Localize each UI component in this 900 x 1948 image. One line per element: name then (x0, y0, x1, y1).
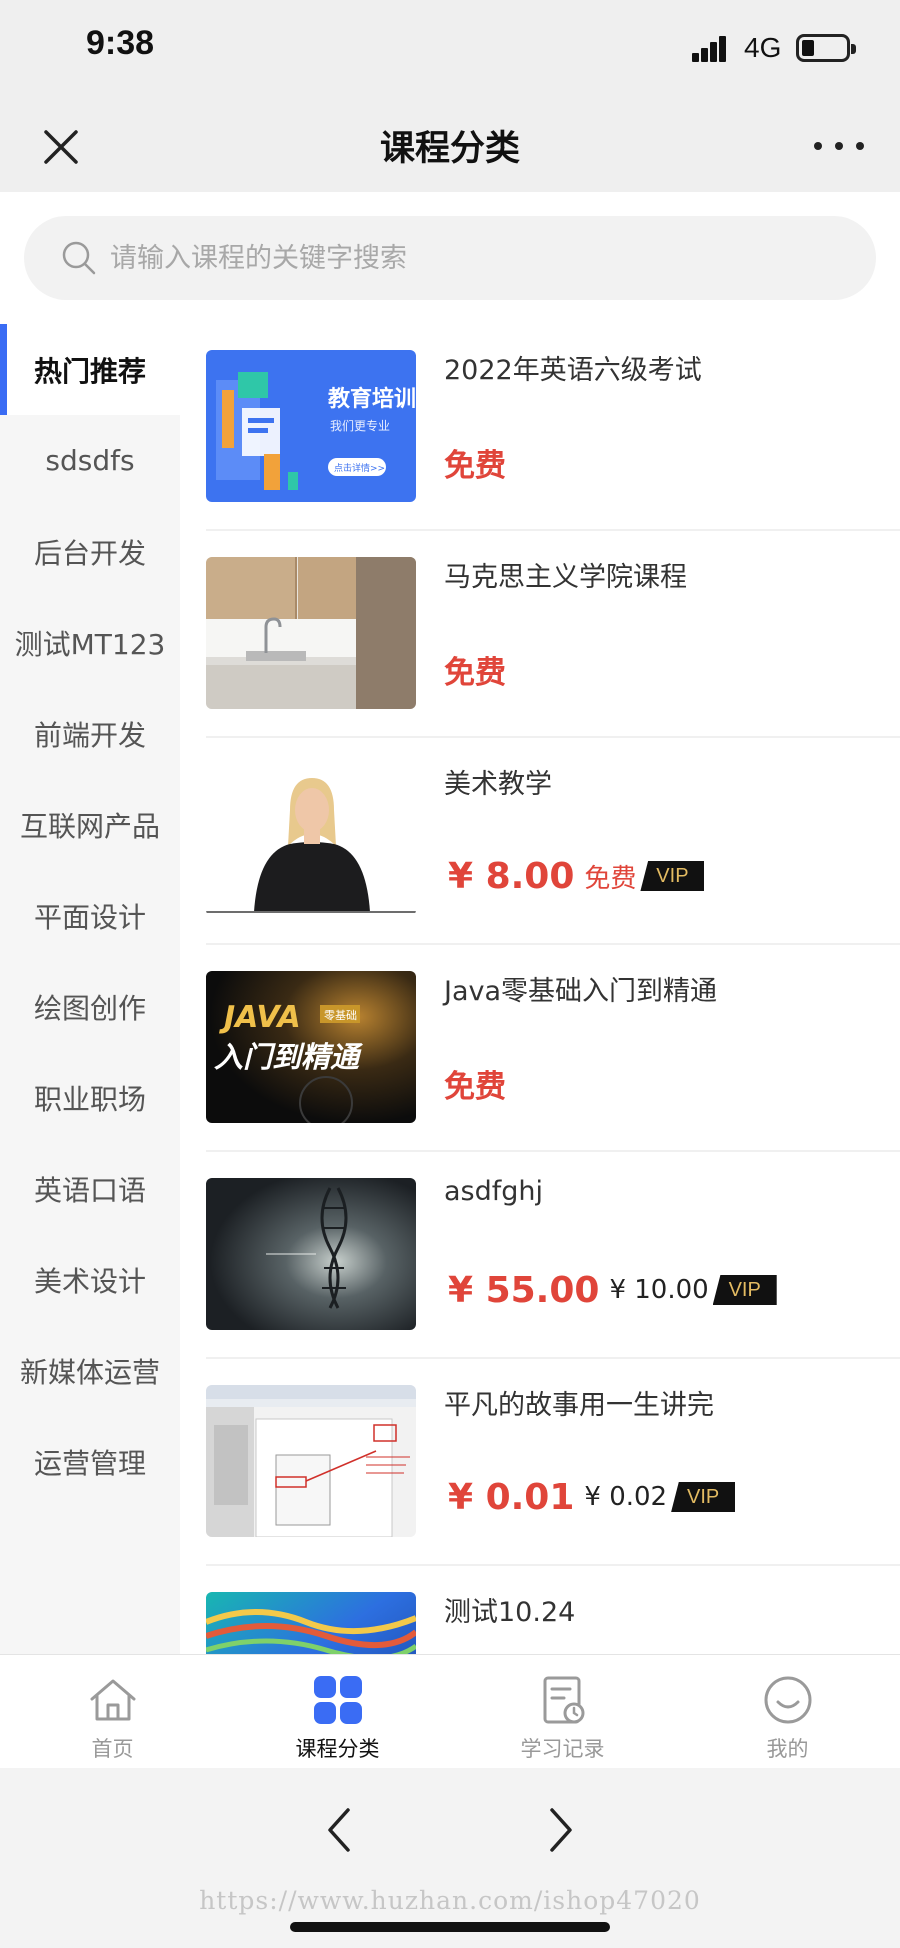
course-title: asdfghj (444, 1176, 544, 1207)
record-icon (543, 1676, 585, 1724)
tab-profile[interactable]: 我的 (675, 1655, 900, 1769)
chevron-right-icon (550, 1808, 572, 1852)
tab-label: 课程分类 (295, 1737, 380, 1761)
app-screen: 9:38 4G 课程分类 请输入课程的关键字搜索 热门推荐 sdsdfs 后台开… (0, 0, 900, 1948)
sidebar-item-test-mt123[interactable]: 测试MT123 (0, 597, 180, 688)
course-title: Java零基础入门到精通 (444, 976, 718, 1007)
course-card[interactable]: 美术教学 ¥ 8.00 免费 VIP (180, 738, 900, 945)
tab-study-record[interactable]: 学习记录 (450, 1655, 675, 1769)
vip-price: 免费 (584, 863, 637, 894)
vip-badge: VIP (712, 1275, 777, 1305)
chevron-left-icon (328, 1808, 350, 1852)
home-icon (90, 1679, 136, 1721)
course-card[interactable]: asdfghj ¥ 55.00 ¥ 10.00 VIP (180, 1152, 900, 1359)
sidebar-item-english[interactable]: 英语口语 (0, 1143, 180, 1234)
smile-icon (764, 1676, 812, 1724)
sidebar-item-career[interactable]: 职业职场 (0, 1052, 180, 1143)
search-icon (62, 241, 96, 275)
free-tag: 免费 (444, 447, 506, 484)
sidebar-item-art-design[interactable]: 美术设计 (0, 1234, 180, 1325)
course-thumbnail (206, 764, 416, 916)
thumbnail-tag: 零基础 (324, 1009, 357, 1022)
course-thumbnail (206, 1178, 416, 1330)
course-card[interactable]: 测试10.24 (180, 1566, 900, 1654)
price: ¥ 8.00 (448, 855, 575, 897)
more-icon (814, 142, 822, 150)
search-input[interactable] (110, 234, 830, 282)
course-card[interactable]: JAVA 零基础 入门到精通 Java零基础入门到精通 免费 (180, 945, 900, 1152)
tab-label: 我的 (766, 1737, 809, 1761)
sidebar-item-drawing[interactable]: 绘图创作 (0, 961, 180, 1052)
course-price: ¥ 0.01 ¥ 0.02 VIP (444, 1469, 736, 1525)
course-thumbnail: JAVA 零基础 入门到精通 (206, 971, 416, 1123)
signal-icon (692, 36, 728, 62)
tab-label: 学习记录 (520, 1737, 605, 1761)
course-title: 美术教学 (444, 769, 552, 800)
vip-badge: VIP (640, 861, 705, 891)
thumbnail-title: 教育培训 (328, 386, 416, 412)
tab-categories[interactable]: 课程分类 (225, 1655, 450, 1769)
status-bar: 9:38 4G (0, 0, 900, 100)
battery-icon (796, 34, 856, 62)
network-label: 4G (744, 32, 782, 63)
vip-price: ¥ 10.00 (609, 1275, 709, 1305)
category-sidebar: 热门推荐 sdsdfs 后台开发 测试MT123 前端开发 互联网产品 平面设计… (0, 324, 180, 1654)
free-tag: 免费 (444, 654, 506, 691)
course-price: ¥ 55.00 ¥ 10.00 VIP (444, 1262, 777, 1318)
tab-label: 首页 (91, 1737, 134, 1761)
course-card[interactable]: 教育培训 我们更专业 点击详情>> 2022年英语六级考试 免费 (180, 324, 900, 531)
course-price: ¥ 8.00 免费 VIP (444, 848, 705, 904)
sidebar-item-frontend[interactable]: 前端开发 (0, 688, 180, 779)
course-thumbnail: 教育培训 我们更专业 点击详情>> (206, 350, 416, 502)
course-thumbnail (206, 1592, 416, 1654)
browser-toolbar: https://www.huzhan.com/ishop47020 (0, 1768, 900, 1948)
vip-badge: VIP (671, 1482, 736, 1512)
course-price: 免费 (444, 1055, 506, 1111)
course-price: 免费 (444, 641, 506, 697)
free-tag: 免费 (444, 1068, 506, 1105)
forward-button[interactable] (538, 1802, 582, 1858)
course-price: 免费 (444, 434, 506, 490)
page-title: 课程分类 (379, 129, 520, 169)
sidebar-item-hot[interactable]: 热门推荐 (0, 324, 180, 415)
sidebar-item-backend[interactable]: 后台开发 (0, 506, 180, 597)
thumbnail-subtitle: 入门到精通 (214, 1040, 363, 1074)
home-indicator[interactable] (290, 1922, 610, 1932)
back-button[interactable] (318, 1802, 362, 1858)
watermark: https://www.huzhan.com/ishop47020 (199, 1886, 701, 1915)
sidebar-item-graphic-design[interactable]: 平面设计 (0, 870, 180, 961)
sidebar-item-new-media[interactable]: 新媒体运营 (0, 1325, 180, 1416)
course-title: 平凡的故事用一生讲完 (444, 1390, 714, 1421)
course-title: 2022年英语六级考试 (444, 355, 702, 386)
sidebar-item-internet-product[interactable]: 互联网产品 (0, 779, 180, 870)
course-title: 测试10.24 (444, 1597, 576, 1628)
tab-bar: 首页 课程分类 学习记录 我的 (0, 1654, 900, 1768)
vip-price: ¥ 0.02 (584, 1482, 668, 1512)
thumbnail-title: JAVA (219, 1000, 301, 1035)
thumbnail-subtitle: 我们更专业 (330, 418, 390, 433)
course-thumbnail (206, 1385, 416, 1537)
nav-bar: 课程分类 (0, 100, 900, 192)
sidebar-item-sdsdfs[interactable]: sdsdfs (0, 415, 180, 506)
search-area (0, 192, 900, 324)
course-list: 教育培训 我们更专业 点击详情>> 2022年英语六级考试 免费 马克思主义学院… (180, 324, 900, 1654)
status-time: 9:38 (86, 24, 155, 62)
search-box[interactable] (24, 216, 876, 300)
price: ¥ 0.01 (448, 1476, 575, 1518)
course-thumbnail (206, 557, 416, 709)
more-button[interactable] (812, 130, 866, 160)
course-card[interactable]: 平凡的故事用一生讲完 ¥ 0.01 ¥ 0.02 VIP (180, 1359, 900, 1566)
tab-home[interactable]: 首页 (0, 1655, 225, 1769)
thumbnail-button: 点击详情>> (334, 462, 385, 474)
grid-icon (314, 1676, 362, 1724)
course-title: 马克思主义学院课程 (444, 562, 687, 593)
price: ¥ 55.00 (448, 1269, 600, 1311)
course-card[interactable]: 马克思主义学院课程 免费 (180, 531, 900, 738)
sidebar-item-operations[interactable]: 运营管理 (0, 1416, 180, 1507)
